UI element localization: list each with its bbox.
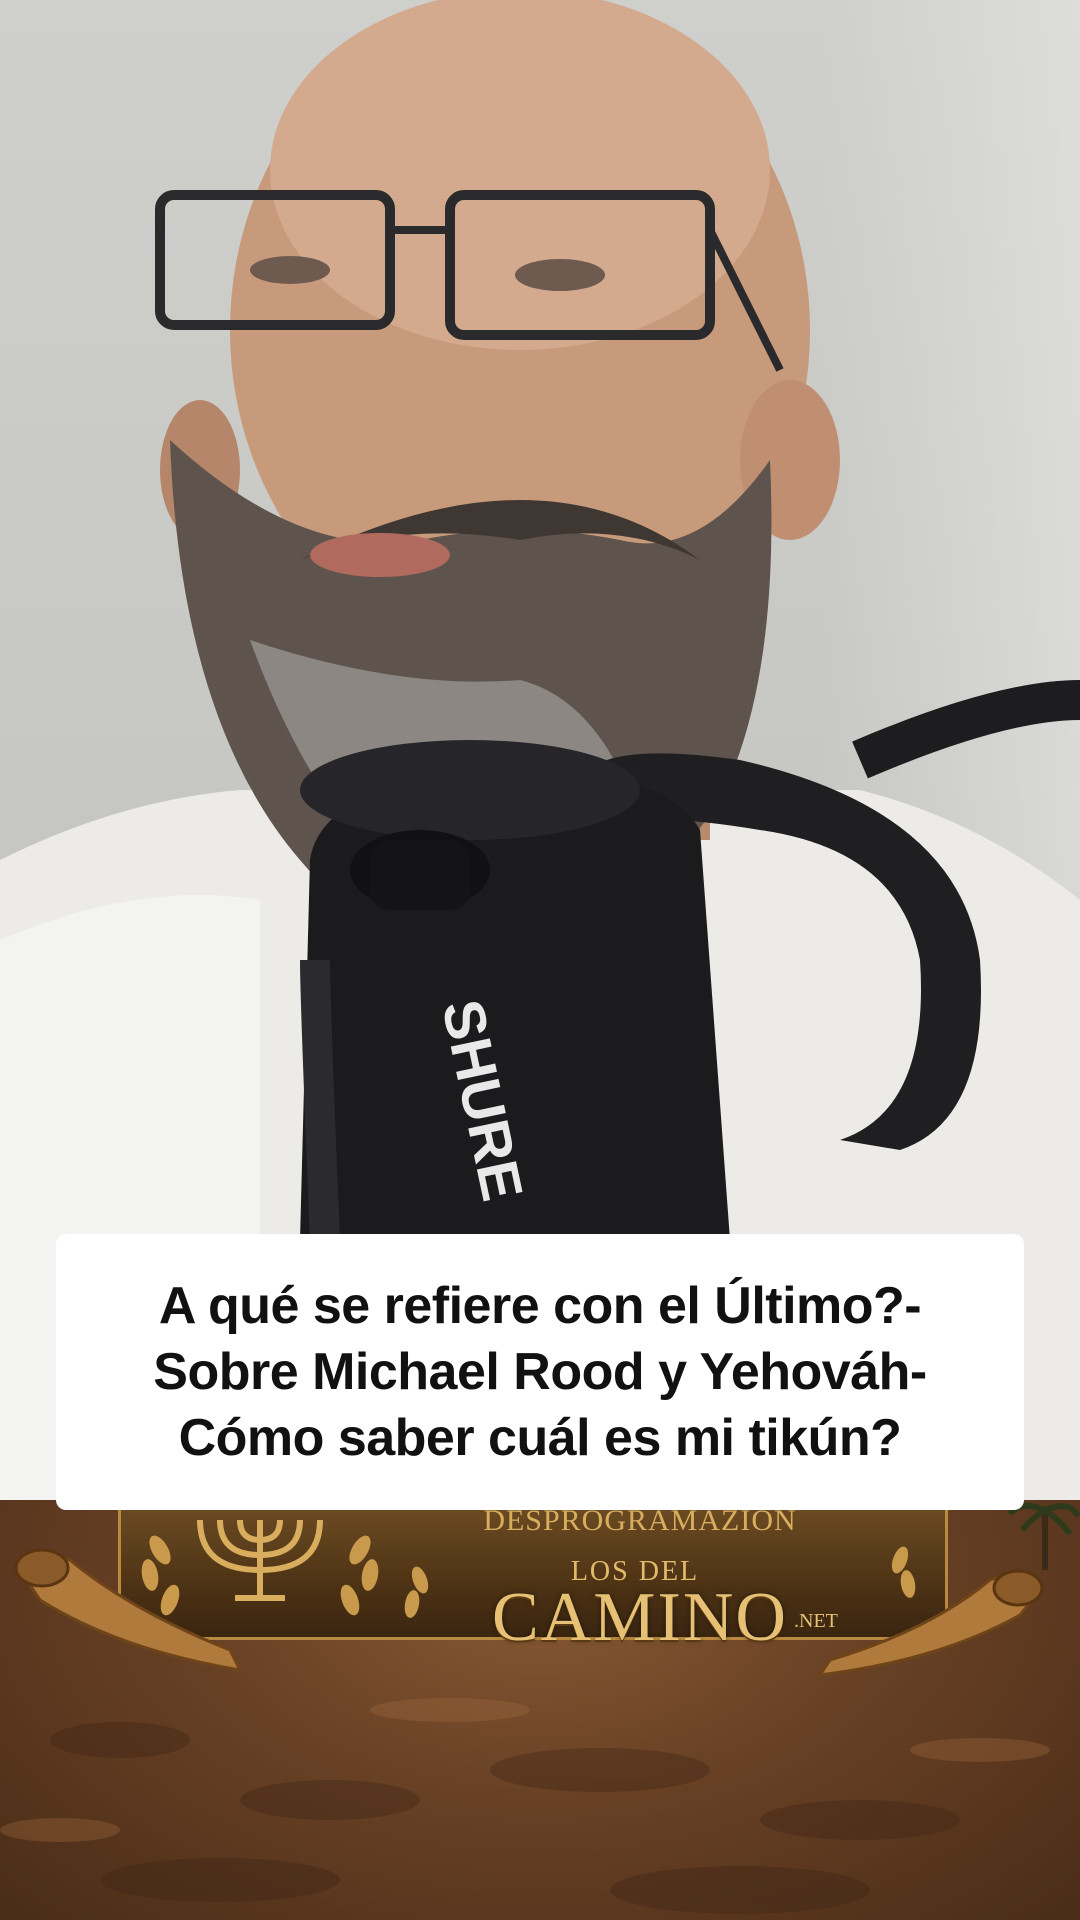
caption-line: Cómo saber cuál es mi tikún?	[178, 1409, 902, 1467]
logo-title: CAMINO	[492, 1579, 788, 1656]
video-frame[interactable]: SHURE DESPROGRAMAZION LOS DEL CAMINO .NE…	[0, 0, 1080, 1920]
menorah-icon	[197, 1519, 323, 1601]
palm-tree-icon	[1007, 1502, 1080, 1570]
caption-line: A qué se refiere con el Último?-	[158, 1277, 922, 1335]
shofar-icon	[14, 1548, 243, 1672]
caption-box: A qué se refiere con el Último?- Sobre M…	[56, 1234, 1024, 1510]
logo-tld: .NET	[794, 1610, 838, 1632]
caption-line: Sobre Michael Rood y Yehováh-	[153, 1343, 927, 1401]
